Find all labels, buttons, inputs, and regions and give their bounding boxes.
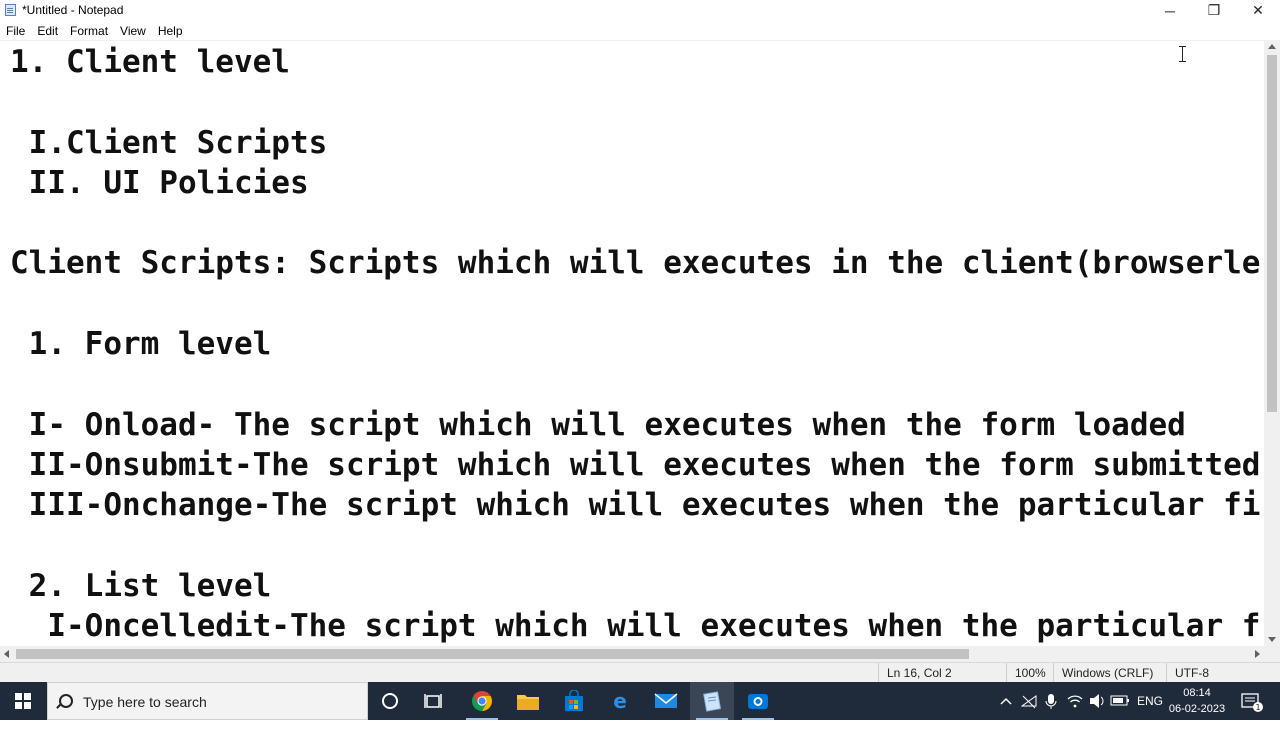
chrome-icon[interactable] [460,682,504,720]
cortana-icon[interactable] [368,682,412,720]
search-placeholder: Type here to search [83,694,207,710]
scroll-down-icon[interactable] [1268,637,1276,642]
vertical-scrollbar[interactable] [1264,40,1280,646]
editor-line: 1. Client level [10,44,290,80]
menu-file[interactable]: File [0,24,31,38]
text-editor[interactable]: 1. Client level I.Client Scripts II. UI … [0,40,1264,647]
editor-line: II-Onsubmit-The script which will execut… [10,446,1261,483]
status-zoom: 100% [1006,663,1053,683]
vertical-scroll-thumb[interactable] [1267,55,1277,412]
taskbar: Type here to search e ENG 08:14 06-02-20… [0,682,1280,720]
editor-line: III-Onchange-The script which will execu… [10,487,1261,524]
minimize-button[interactable]: ─ [1148,0,1192,21]
editor-line: 1. Form level [10,326,272,363]
horizontal-scroll-thumb[interactable] [16,649,969,659]
editor-line: I.Client Scripts [10,124,328,161]
notepad-taskbar-icon[interactable] [690,682,734,720]
clock-time: 08:14 [1183,687,1211,699]
window-title: *Untitled - Notepad [22,3,124,17]
status-cursor-position: Ln 16, Col 2 [878,663,1006,683]
windows-logo-icon [15,693,31,709]
microphone-icon[interactable] [1045,682,1057,720]
menu-format[interactable]: Format [64,24,114,38]
menu-bar: File Edit Format View Help [0,21,1280,40]
editor-line: I- Onload- The script which will execute… [10,406,1186,443]
editor-line: I-Oncelledit-The script which will execu… [10,608,1261,645]
status-line-endings: Windows (CRLF) [1053,663,1166,683]
editor-line: 2. List level [10,567,272,604]
status-bar: Ln 16, Col 2 100% Windows (CRLF) UTF-8 [0,662,1280,683]
task-view-icon[interactable] [412,682,456,720]
svg-text:e: e [613,690,627,712]
camera-icon[interactable] [736,682,780,720]
horizontal-scrollbar[interactable] [0,646,1264,662]
editor-line: Client Scripts: Scripts which will execu… [10,245,1261,282]
notepad-icon [5,4,16,16]
menu-view[interactable]: View [114,24,152,38]
edge-icon[interactable]: e [598,682,642,720]
ibeam-cursor-icon [1178,46,1187,62]
menu-edit[interactable]: Edit [31,24,64,38]
editor-line: II. UI Policies [10,164,309,201]
editor-content: 1. Client level I.Client Scripts II. UI … [10,42,1260,646]
start-button[interactable] [0,682,46,720]
wifi-icon[interactable] [1066,682,1084,720]
mail-icon[interactable] [644,682,688,720]
clock-date: 06-02-2023 [1168,703,1226,715]
scroll-right-icon[interactable] [1255,650,1260,658]
notification-icon[interactable]: 1 [1240,682,1264,720]
scroll-left-icon[interactable] [4,650,9,658]
file-explorer-icon[interactable] [506,682,550,720]
restore-button[interactable]: ❐ [1192,0,1236,21]
menu-help[interactable]: Help [152,24,189,38]
notification-count: 1 [1255,703,1260,712]
language-indicator[interactable]: ENG [1137,682,1163,720]
title-bar: *Untitled - Notepad ─ ❐ ✕ [0,0,1280,21]
network-disabled-icon[interactable] [1020,682,1037,720]
search-icon [59,694,73,708]
clock[interactable]: 08:14 06-02-2023 [1162,685,1232,717]
volume-icon[interactable] [1088,682,1106,720]
status-encoding: UTF-8 [1166,663,1280,683]
battery-icon[interactable] [1110,682,1130,720]
store-icon[interactable] [552,682,596,720]
scroll-corner [1264,646,1280,662]
taskbar-search-box[interactable]: Type here to search [47,682,368,720]
show-hidden-icons-icon[interactable] [1000,682,1012,720]
close-button[interactable]: ✕ [1236,0,1280,21]
scroll-up-icon[interactable] [1268,44,1276,49]
